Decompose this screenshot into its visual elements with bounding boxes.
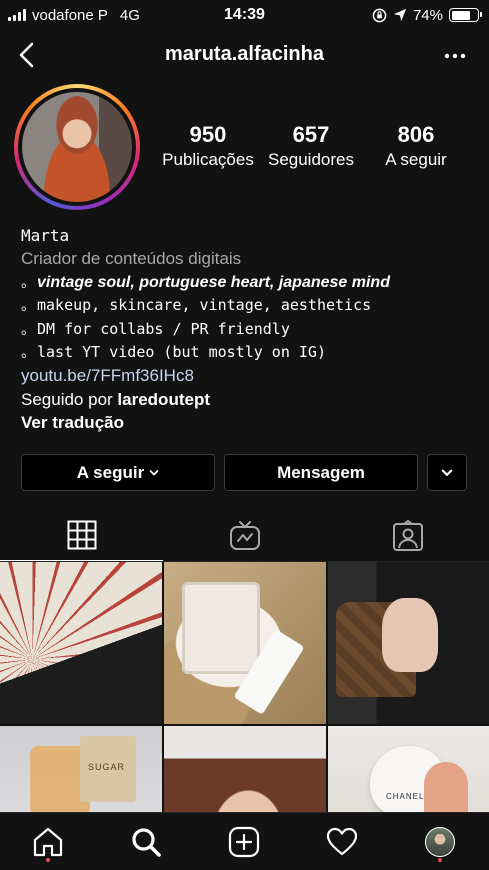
bio-bullet: 。 <box>21 273 35 290</box>
grid-icon <box>67 520 96 550</box>
grid-post-6[interactable]: CHANEL <box>328 726 489 812</box>
tab-grid[interactable] <box>0 510 163 561</box>
nav-home[interactable] <box>31 825 65 859</box>
tagged-icon <box>392 519 423 551</box>
post-6-text: CHANEL <box>386 792 425 801</box>
chevron-down-icon <box>441 469 453 476</box>
grid-post-4[interactable]: SUGAR <box>0 726 162 812</box>
message-button[interactable]: Mensagem <box>224 454 418 491</box>
tab-tagged[interactable] <box>326 510 489 561</box>
followed-by-prefix: Seguido por <box>21 389 113 409</box>
grid-post-2[interactable] <box>164 562 326 724</box>
bio-line: vintage soul, portuguese heart, japanese… <box>37 273 390 291</box>
message-button-label: Mensagem <box>277 462 365 482</box>
posts-label: Publicações <box>162 150 254 169</box>
search-icon <box>132 828 161 857</box>
bio-link[interactable]: youtu.be/7FFmf36IHc8 <box>21 364 481 387</box>
bio-line: makeup, skincare, vintage, aesthetics <box>37 296 372 315</box>
battery-icon <box>449 8 482 22</box>
home-icon <box>33 827 63 857</box>
following-label: A seguir <box>385 150 447 169</box>
followers-count: 657 <box>292 122 330 147</box>
story-ring[interactable] <box>14 84 140 210</box>
rotation-lock-icon <box>372 8 387 22</box>
grid-post-3[interactable] <box>328 562 489 724</box>
avatar <box>425 827 455 857</box>
location-icon <box>393 8 407 22</box>
tab-igtv[interactable] <box>163 510 326 561</box>
post-4-text: SUGAR <box>88 762 126 772</box>
followed-by[interactable]: Seguido por laredoutept <box>21 388 481 411</box>
profile-tabs <box>0 510 489 562</box>
profile-username: maruta.alfacinha <box>165 43 324 65</box>
notification-dot <box>438 858 442 862</box>
bio-line: DM for collabs / PR friendly <box>37 319 290 338</box>
nav-search[interactable] <box>129 825 163 859</box>
battery-percent: 74% <box>412 6 443 24</box>
following-button[interactable]: A seguir <box>21 454 215 491</box>
posts-count: 950 <box>189 122 227 147</box>
grid-post-1[interactable] <box>0 562 162 724</box>
plus-square-icon <box>228 826 260 858</box>
heart-icon <box>326 827 358 856</box>
ellipsis-icon[interactable] <box>443 44 467 68</box>
nav-new-post[interactable] <box>227 825 261 859</box>
profile-avatar <box>22 92 132 202</box>
translate-link[interactable]: Ver tradução <box>21 411 481 434</box>
nav-activity[interactable] <box>325 825 359 859</box>
profile-name: Marta <box>21 226 70 245</box>
bio-bullet: 。 <box>21 297 35 314</box>
profile-header: maruta.alfacinha <box>0 34 489 78</box>
bio-bullet: 。 <box>21 320 35 337</box>
igtv-icon <box>229 520 260 550</box>
post-grid: SUGAR CHANEL <box>0 562 489 812</box>
stat-following[interactable]: 806 A seguir <box>378 122 454 172</box>
bottom-navigation <box>0 812 489 870</box>
profile-bio: Marta Criador de conteúdos digitais 。 vin… <box>21 224 481 435</box>
nav-profile[interactable] <box>423 825 457 859</box>
followed-by-user: laredoutept <box>117 389 210 409</box>
bio-line: last YT video (but mostly on IG) <box>37 342 326 361</box>
followers-label: Seguidores <box>267 150 354 169</box>
following-count: 806 <box>397 122 435 147</box>
following-button-label: A seguir <box>76 462 145 482</box>
notification-dot <box>46 858 50 862</box>
status-bar: vodafone P 4G 14:39 74% <box>0 0 489 30</box>
stat-followers[interactable]: 657 Seguidores <box>262 122 360 172</box>
chevron-down-icon <box>149 469 159 475</box>
profile-category: Criador de conteúdos digitais <box>21 249 242 269</box>
stat-posts[interactable]: 950 Publicações <box>160 122 256 172</box>
bio-bullet: 。 <box>21 343 35 360</box>
grid-post-5[interactable] <box>164 726 326 812</box>
suggested-users-button[interactable] <box>427 454 467 491</box>
